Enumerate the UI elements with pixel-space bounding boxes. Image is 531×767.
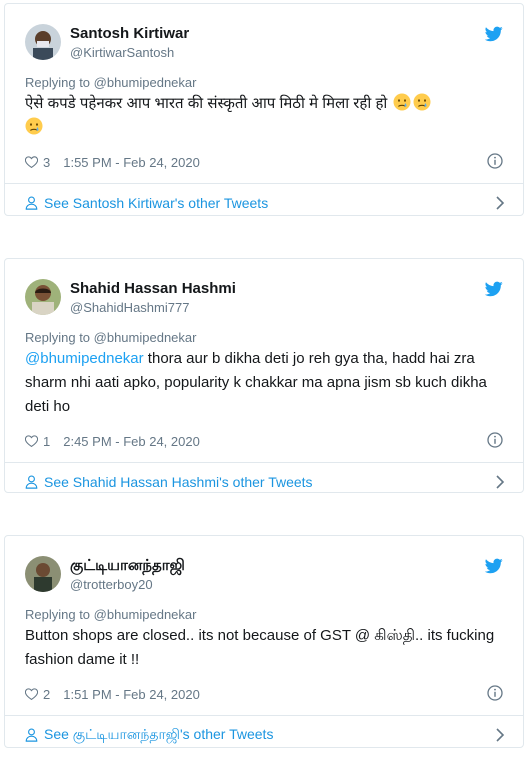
author-name[interactable]: Santosh Kirtiwar bbox=[70, 25, 189, 42]
avatar[interactable] bbox=[25, 556, 61, 592]
tweet-header: குட்டியானந்தாஜி @trotterboy20 bbox=[25, 536, 503, 598]
crying-face-icon bbox=[393, 93, 411, 111]
avatar[interactable] bbox=[25, 24, 61, 60]
info-icon[interactable] bbox=[487, 432, 503, 448]
timestamp[interactable]: 1:51 PM - Feb 24, 2020 bbox=[63, 687, 200, 702]
tweet-card[interactable]: Santosh Kirtiwar @KirtiwarSantosh Replyi… bbox=[4, 3, 524, 216]
tweet-text: Button shops are closed.. its not becaus… bbox=[25, 627, 495, 668]
tweet-meta: 2 1:51 PM - Feb 24, 2020 bbox=[25, 684, 503, 704]
tweet-text: @bhumipednekar thora aur b dikha deti jo… bbox=[25, 347, 503, 419]
tweet-card[interactable]: Shahid Hassan Hashmi @ShahidHashmi777 Re… bbox=[4, 258, 524, 493]
info-icon[interactable] bbox=[487, 153, 503, 169]
tweet-meta: 3 1:55 PM - Feb 24, 2020 bbox=[25, 152, 503, 172]
crying-face-icon bbox=[25, 117, 43, 135]
author-name[interactable]: குட்டியானந்தாஜி bbox=[70, 557, 185, 576]
tweet-card[interactable]: குட்டியானந்தாஜி @trotterboy20 Replying t… bbox=[4, 535, 524, 748]
see-other-tweets-label[interactable]: See குட்டியானந்தாஜி's other Tweets bbox=[44, 726, 273, 745]
timestamp[interactable]: 1:55 PM - Feb 24, 2020 bbox=[63, 155, 200, 170]
see-other-tweets-link[interactable]: See குட்டியானந்தாஜி's other Tweets bbox=[5, 716, 523, 754]
twitter-bird-icon[interactable] bbox=[485, 281, 503, 297]
tweet-text-content: ऐसे कपडे पहेनकर आप भारत की संस्कृती आप म… bbox=[25, 95, 388, 112]
see-other-tweets-link[interactable]: See Shahid Hassan Hashmi's other Tweets bbox=[5, 463, 523, 501]
see-other-tweets-label[interactable]: See Shahid Hassan Hashmi's other Tweets bbox=[44, 474, 313, 490]
replying-to[interactable]: Replying to @bhumipednekar bbox=[25, 330, 503, 345]
heart-icon[interactable] bbox=[25, 688, 38, 700]
tweet-header: Santosh Kirtiwar @KirtiwarSantosh bbox=[25, 4, 503, 66]
mention-link[interactable]: @bhumipednekar bbox=[25, 350, 144, 367]
see-other-tweets-link[interactable]: See Santosh Kirtiwar's other Tweets bbox=[5, 184, 523, 222]
author-name[interactable]: Shahid Hassan Hashmi bbox=[70, 280, 236, 297]
crying-face-icon bbox=[413, 93, 431, 111]
person-icon bbox=[25, 196, 38, 210]
author-handle[interactable]: @ShahidHashmi777 bbox=[70, 300, 189, 315]
chevron-right-icon[interactable] bbox=[495, 728, 505, 742]
like-count[interactable]: 3 bbox=[43, 155, 50, 170]
replying-to[interactable]: Replying to @bhumipednekar bbox=[25, 75, 503, 90]
author-handle[interactable]: @KirtiwarSantosh bbox=[70, 45, 174, 60]
tweet-meta: 1 2:45 PM - Feb 24, 2020 bbox=[25, 431, 503, 451]
like-count[interactable]: 1 bbox=[43, 434, 50, 449]
tweet-header: Shahid Hassan Hashmi @ShahidHashmi777 bbox=[25, 259, 503, 321]
tweet-text: ऐसे कपडे पहेनकर आप भारत की संस्कृती आप म… bbox=[25, 92, 503, 140]
like-count[interactable]: 2 bbox=[43, 687, 50, 702]
see-other-tweets-label[interactable]: See Santosh Kirtiwar's other Tweets bbox=[44, 195, 268, 211]
info-icon[interactable] bbox=[487, 685, 503, 701]
replying-to[interactable]: Replying to @bhumipednekar bbox=[25, 607, 503, 622]
person-icon bbox=[25, 475, 38, 489]
heart-icon[interactable] bbox=[25, 156, 38, 168]
chevron-right-icon[interactable] bbox=[495, 196, 505, 210]
person-icon bbox=[25, 728, 38, 742]
avatar[interactable] bbox=[25, 279, 61, 315]
chevron-right-icon[interactable] bbox=[495, 475, 505, 489]
timestamp[interactable]: 2:45 PM - Feb 24, 2020 bbox=[63, 434, 200, 449]
twitter-bird-icon[interactable] bbox=[485, 558, 503, 574]
twitter-bird-icon[interactable] bbox=[485, 26, 503, 42]
heart-icon[interactable] bbox=[25, 435, 38, 447]
author-handle[interactable]: @trotterboy20 bbox=[70, 577, 153, 592]
